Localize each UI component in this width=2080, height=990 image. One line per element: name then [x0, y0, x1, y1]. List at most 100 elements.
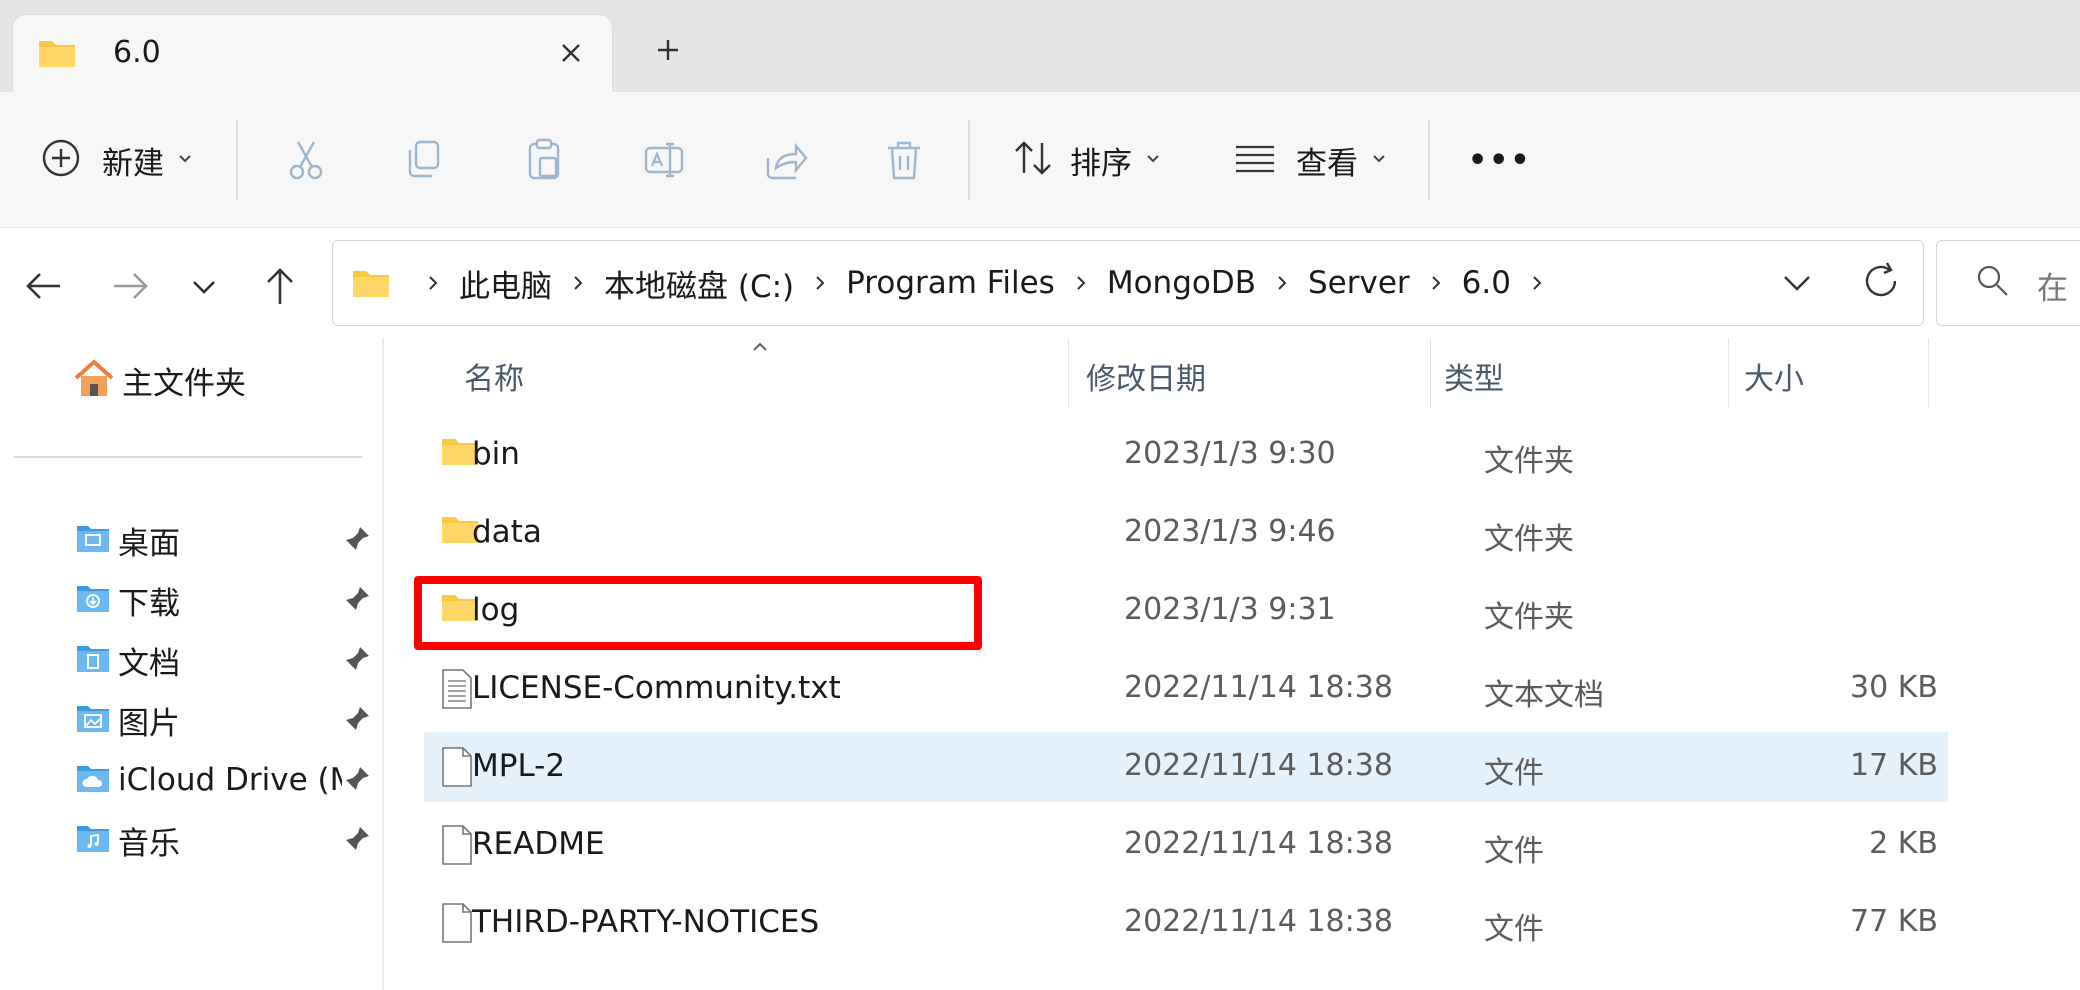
column-header-label: 类型 — [1444, 362, 1504, 397]
search-input[interactable]: 在 6.0 中搜索 — [1936, 240, 2080, 326]
breadcrumb-6-0[interactable]: 6.0 — [1462, 265, 1511, 301]
sidebar-item-desktop[interactable]: 桌面 — [76, 510, 376, 570]
column-header-size[interactable]: 大小 — [1744, 348, 1944, 404]
pin-icon[interactable] — [344, 644, 372, 676]
sidebar-item-label: 文档 — [118, 645, 180, 682]
breadcrumb-this-pc[interactable]: 此电脑 — [459, 261, 552, 306]
sidebar-item-pictures[interactable]: 图片 — [76, 690, 376, 750]
text-file-icon — [440, 669, 474, 713]
toolbar-divider — [1428, 120, 1430, 200]
search-icon — [1973, 261, 2013, 305]
pin-icon[interactable] — [344, 584, 372, 616]
address-bar[interactable]: 此电脑 本地磁盘 (C:) Program Files MongoDB Serv… — [332, 240, 1924, 326]
recent-locations-chevron-icon[interactable] — [180, 262, 228, 310]
column-header-label: 修改日期 — [1086, 362, 1206, 397]
column-header-label: 大小 — [1744, 362, 1804, 397]
file-date: 2022/11/14 18:38 — [1124, 826, 1393, 861]
file-name: MPL-2 — [472, 748, 566, 784]
column-header-label: 名称 — [464, 362, 524, 397]
sidebar-item-documents[interactable]: 文档 — [76, 630, 376, 690]
breadcrumb-local-disk[interactable]: 本地磁盘 (C:) — [604, 261, 794, 306]
desktop-folder-icon — [76, 523, 110, 557]
file-row-log[interactable]: log 2023/1/3 9:31 文件夹 — [424, 576, 1948, 646]
view-button[interactable]: 查看 — [1234, 92, 1388, 228]
copy-icon[interactable] — [400, 136, 448, 184]
new-button[interactable]: 新建 — [40, 92, 194, 228]
close-tab-icon[interactable] — [553, 35, 589, 71]
file-size: 17 KB — [1850, 748, 1938, 783]
paste-icon[interactable] — [520, 136, 568, 184]
navigation-row: 此电脑 本地磁盘 (C:) Program Files MongoDB Serv… — [0, 228, 2080, 338]
rename-icon[interactable] — [640, 136, 688, 184]
chevron-right-icon — [812, 273, 828, 293]
file-row-bin[interactable]: bin 2023/1/3 9:30 文件夹 — [424, 420, 1948, 490]
sidebar-item-home[interactable]: 主文件夹 — [72, 356, 246, 404]
file-name: LICENSE-Community.txt — [472, 670, 841, 706]
file-type: 文件夹 — [1484, 522, 1574, 557]
file-type: 文件 — [1484, 756, 1544, 791]
pin-icon[interactable] — [344, 704, 372, 736]
file-row-license[interactable]: LICENSE-Community.txt 2022/11/14 18:38 文… — [424, 654, 1948, 724]
breadcrumb-program-files[interactable]: Program Files — [846, 265, 1055, 301]
cut-icon[interactable] — [282, 136, 330, 184]
sidebar-item-label: 下载 — [118, 585, 180, 622]
share-icon[interactable] — [760, 136, 808, 184]
file-icon — [440, 747, 474, 791]
pictures-folder-icon — [76, 703, 110, 737]
file-row-third-party-notices[interactable]: THIRD-PARTY-NOTICES 2022/11/14 18:38 文件 … — [424, 888, 1948, 958]
file-name: bin — [472, 436, 520, 472]
file-size: 77 KB — [1850, 904, 1938, 939]
chevron-right-icon[interactable] — [1529, 273, 1545, 293]
column-divider[interactable] — [1728, 338, 1729, 408]
file-size: 2 KB — [1869, 826, 1938, 861]
search-placeholder: 在 6.0 中搜索 — [2037, 271, 2080, 307]
sidebar-item-downloads[interactable]: 下载 — [76, 570, 376, 630]
sidebar-item-music[interactable]: 音乐 — [76, 810, 376, 870]
column-divider[interactable] — [1928, 338, 1929, 408]
file-explorer-window: 6.0 新建 排序 查看 ••• 此电脑 本地磁盘 (C:) Program F… — [0, 0, 2080, 990]
sort-button-label: 排序 — [1070, 145, 1132, 182]
toolbar-divider — [968, 120, 970, 200]
folder-icon — [351, 267, 391, 299]
refresh-icon[interactable] — [1857, 257, 1905, 305]
downloads-folder-icon — [76, 583, 110, 617]
plus-circle-icon — [40, 137, 82, 183]
file-row-data[interactable]: data 2023/1/3 9:46 文件夹 — [424, 498, 1948, 568]
file-type: 文件 — [1484, 834, 1544, 869]
column-header-type[interactable]: 类型 — [1444, 348, 1684, 404]
more-options-button[interactable]: ••• — [1468, 92, 1532, 228]
chevron-right-icon — [1274, 273, 1290, 293]
breadcrumb-server[interactable]: Server — [1308, 265, 1410, 301]
folder-icon — [37, 37, 77, 73]
column-divider[interactable] — [1068, 338, 1069, 408]
file-row-mpl-2[interactable]: MPL-2 2022/11/14 18:38 文件 17 KB — [424, 732, 1948, 802]
file-icon — [440, 903, 474, 947]
file-date: 2023/1/3 9:46 — [1124, 514, 1336, 549]
pin-icon[interactable] — [344, 524, 372, 556]
up-arrow-icon[interactable] — [256, 262, 304, 310]
pin-icon[interactable] — [344, 824, 372, 856]
toolbar-divider — [236, 120, 238, 200]
new-tab-plus-icon[interactable] — [650, 32, 686, 68]
column-header-date[interactable]: 修改日期 — [1086, 348, 1446, 404]
pin-icon[interactable] — [344, 764, 372, 796]
sidebar-item-icloud-drive[interactable]: iCloud Drive (Mac) — [76, 750, 376, 810]
back-arrow-icon[interactable] — [20, 262, 68, 310]
file-name: log — [472, 592, 520, 628]
address-history-chevron-icon[interactable] — [1773, 259, 1821, 307]
column-divider[interactable] — [1430, 338, 1431, 408]
column-header-name[interactable]: 名称 — [464, 348, 1064, 404]
tab-6-0[interactable]: 6.0 — [12, 14, 613, 92]
sort-button[interactable]: 排序 — [1010, 92, 1162, 228]
breadcrumb: 此电脑 本地磁盘 (C:) Program Files MongoDB Serv… — [351, 241, 1563, 325]
file-row-readme[interactable]: README 2022/11/14 18:38 文件 2 KB — [424, 810, 1948, 880]
view-lines-icon — [1234, 137, 1276, 183]
breadcrumb-mongodb[interactable]: MongoDB — [1107, 265, 1256, 301]
file-name: THIRD-PARTY-NOTICES — [472, 904, 820, 940]
music-folder-icon — [76, 823, 110, 857]
chevron-right-icon — [425, 273, 441, 293]
sort-arrows-icon — [1010, 135, 1056, 185]
delete-icon[interactable] — [880, 136, 928, 184]
forward-arrow-icon[interactable] — [106, 262, 154, 310]
file-size: 30 KB — [1850, 670, 1938, 705]
